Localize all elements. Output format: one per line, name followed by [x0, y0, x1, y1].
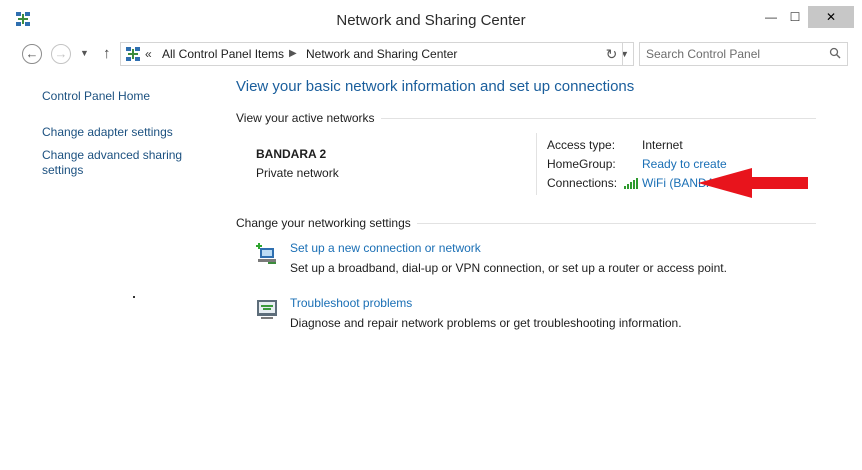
network-details-divider	[536, 133, 537, 195]
setup-connection-link[interactable]: Set up a new connection or network	[290, 241, 481, 255]
troubleshoot-icon[interactable]	[255, 297, 279, 321]
section-divider	[381, 118, 816, 119]
search-placeholder: Search Control Panel	[646, 47, 761, 61]
maximize-button[interactable]: ☐	[782, 6, 808, 28]
stray-dot	[133, 296, 135, 298]
sidebar-item-control-panel-home[interactable]: Control Panel Home	[42, 89, 150, 104]
sidebar-item-change-advanced-sharing-settings[interactable]: Change advanced sharing settings	[42, 148, 192, 178]
network-type[interactable]: Private network	[256, 166, 339, 180]
access-type-label: Access type:	[547, 138, 616, 152]
address-bar[interactable]: « All Control Panel Items ▶ Network and …	[120, 42, 634, 66]
sidebar-item-change-adapter-settings[interactable]: Change adapter settings	[42, 125, 173, 140]
navigation-bar: ← → ▼ ↑ « All Control Panel Items ▶ Netw…	[12, 40, 850, 70]
window-title: Network and Sharing Center	[336, 12, 526, 29]
breadcrumb-separator-icon[interactable]: ▶	[289, 48, 297, 59]
setup-connection-description: Set up a broadband, dial-up or VPN conne…	[290, 261, 727, 275]
breadcrumb-all-control-panel-items[interactable]: All Control Panel Items	[162, 47, 284, 61]
search-icon[interactable]	[829, 47, 841, 59]
new-connection-icon[interactable]	[255, 242, 279, 266]
up-button[interactable]: ↑	[103, 45, 111, 62]
title-bar[interactable]: Network and Sharing Center — ☐ ✕	[0, 0, 862, 40]
search-input[interactable]: Search Control Panel	[639, 42, 848, 66]
active-networks-label: View your active networks	[236, 111, 375, 125]
network-sharing-window: Network and Sharing Center — ☐ ✕ ← → ▼ ↑…	[0, 0, 862, 470]
network-name: BANDARA 2	[256, 147, 327, 161]
close-button[interactable]: ✕	[808, 6, 854, 28]
breadcrumb-overflow-chevron[interactable]: «	[145, 47, 152, 61]
section-divider	[417, 223, 816, 224]
change-settings-label: Change your networking settings	[236, 216, 411, 230]
connections-label: Connections:	[547, 176, 618, 190]
refresh-button[interactable]: ↻	[601, 42, 623, 66]
forward-button[interactable]: →	[51, 44, 71, 64]
red-arrow-annotation	[698, 168, 808, 198]
minimize-button[interactable]: —	[758, 6, 784, 28]
troubleshoot-description: Diagnose and repair network problems or …	[290, 316, 682, 330]
wifi-signal-icon	[624, 178, 638, 189]
recent-locations-dropdown-icon[interactable]: ▼	[80, 48, 89, 58]
network-location-icon	[126, 47, 140, 61]
access-type-value: Internet	[642, 138, 683, 152]
back-button[interactable]: ←	[22, 44, 42, 64]
breadcrumb-network-sharing-center[interactable]: Network and Sharing Center	[306, 47, 457, 61]
page-title: View your basic network information and …	[236, 78, 635, 95]
homegroup-label: HomeGroup:	[547, 157, 616, 171]
troubleshoot-link[interactable]: Troubleshoot problems	[290, 296, 412, 310]
